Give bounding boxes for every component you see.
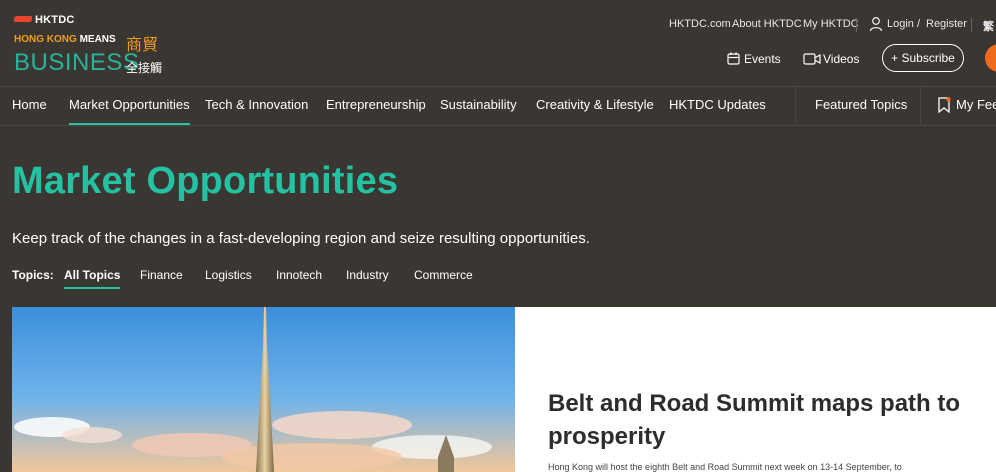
- topic-innotech[interactable]: Innotech: [276, 268, 322, 282]
- avatar[interactable]: [985, 44, 996, 72]
- videos-link[interactable]: Videos: [823, 52, 859, 66]
- link-about-hktdc[interactable]: About HKTDC: [732, 18, 802, 32]
- link-my-hktdc[interactable]: My HKTDC: [803, 18, 859, 32]
- register-link[interactable]: Register: [926, 18, 967, 32]
- main-nav: Home Market Opportunities Tech & Innovat…: [0, 86, 996, 126]
- hktdc-logo[interactable]: HKTDC HONG KONG MEANS 商貿 BUSINESS 全接觸: [14, 14, 184, 76]
- nav-item-hktdc-updates[interactable]: HKTDC Updates: [669, 97, 766, 112]
- topic-commerce[interactable]: Commerce: [414, 268, 473, 282]
- link-hktdc-com[interactable]: HKTDC.com: [669, 18, 731, 32]
- logo-tagline-means: MEANS: [79, 34, 116, 45]
- nav-item-tech-innovation[interactable]: Tech & Innovation: [205, 97, 308, 112]
- nav-divider: [795, 87, 796, 125]
- topic-all-topics[interactable]: All Topics: [64, 268, 121, 289]
- nav-item-market-opportunities[interactable]: Market Opportunities: [69, 97, 190, 125]
- util-divider: [971, 18, 972, 32]
- page-subtitle: Keep track of the changes in a fast-deve…: [12, 230, 590, 247]
- site-header: HKTDC HONG KONG MEANS 商貿 BUSINESS 全接觸 HK…: [0, 0, 996, 82]
- logo-brand: HKTDC: [14, 14, 75, 26]
- page-title: Market Opportunities: [12, 160, 399, 202]
- subscribe-button[interactable]: + Subscribe: [882, 44, 964, 72]
- logo-tagline-hk: HONG KONG: [14, 34, 77, 45]
- calendar-icon: [727, 52, 740, 65]
- user-icon: [869, 17, 883, 32]
- language-switch[interactable]: 繁: [983, 18, 994, 33]
- hktdc-swoosh-icon: [14, 16, 32, 22]
- logo-tagline: HONG KONG MEANS: [14, 34, 116, 45]
- topic-industry[interactable]: Industry: [346, 268, 389, 282]
- feature-title[interactable]: Belt and Road Summit maps path to prospe…: [548, 387, 968, 453]
- topic-finance[interactable]: Finance: [140, 268, 183, 282]
- feature-card[interactable]: Belt and Road Summit maps path to prospe…: [515, 307, 996, 472]
- logo-business-chinese: 全接觸: [126, 61, 163, 75]
- nav-item-creativity-lifestyle[interactable]: Creativity & Lifestyle: [536, 97, 654, 112]
- logo-brand-text: HKTDC: [35, 14, 75, 26]
- nav-item-featured-topics[interactable]: Featured Topics: [815, 97, 907, 112]
- topics-label: Topics:: [12, 268, 54, 282]
- topic-logistics[interactable]: Logistics: [205, 268, 252, 282]
- nav-item-home[interactable]: Home: [12, 97, 47, 112]
- util-divider: [856, 18, 857, 32]
- video-icon: [803, 53, 821, 65]
- feature-image[interactable]: [12, 307, 515, 472]
- nav-item-sustainability[interactable]: Sustainability: [440, 97, 517, 112]
- feature-description: Hong Kong will host the eighth Belt and …: [548, 462, 902, 472]
- dubai-skyline-image: [12, 307, 515, 472]
- nav-item-my-feed[interactable]: My Feed: [956, 97, 996, 112]
- events-link[interactable]: Events: [744, 52, 781, 66]
- bookmark-icon: [938, 97, 951, 113]
- nav-item-entrepreneurship[interactable]: Entrepreneurship: [326, 97, 426, 112]
- login-slash: /: [917, 18, 921, 30]
- logo-business: BUSINESS: [14, 49, 140, 76]
- login-link[interactable]: Login: [887, 18, 914, 32]
- nav-divider: [920, 87, 921, 125]
